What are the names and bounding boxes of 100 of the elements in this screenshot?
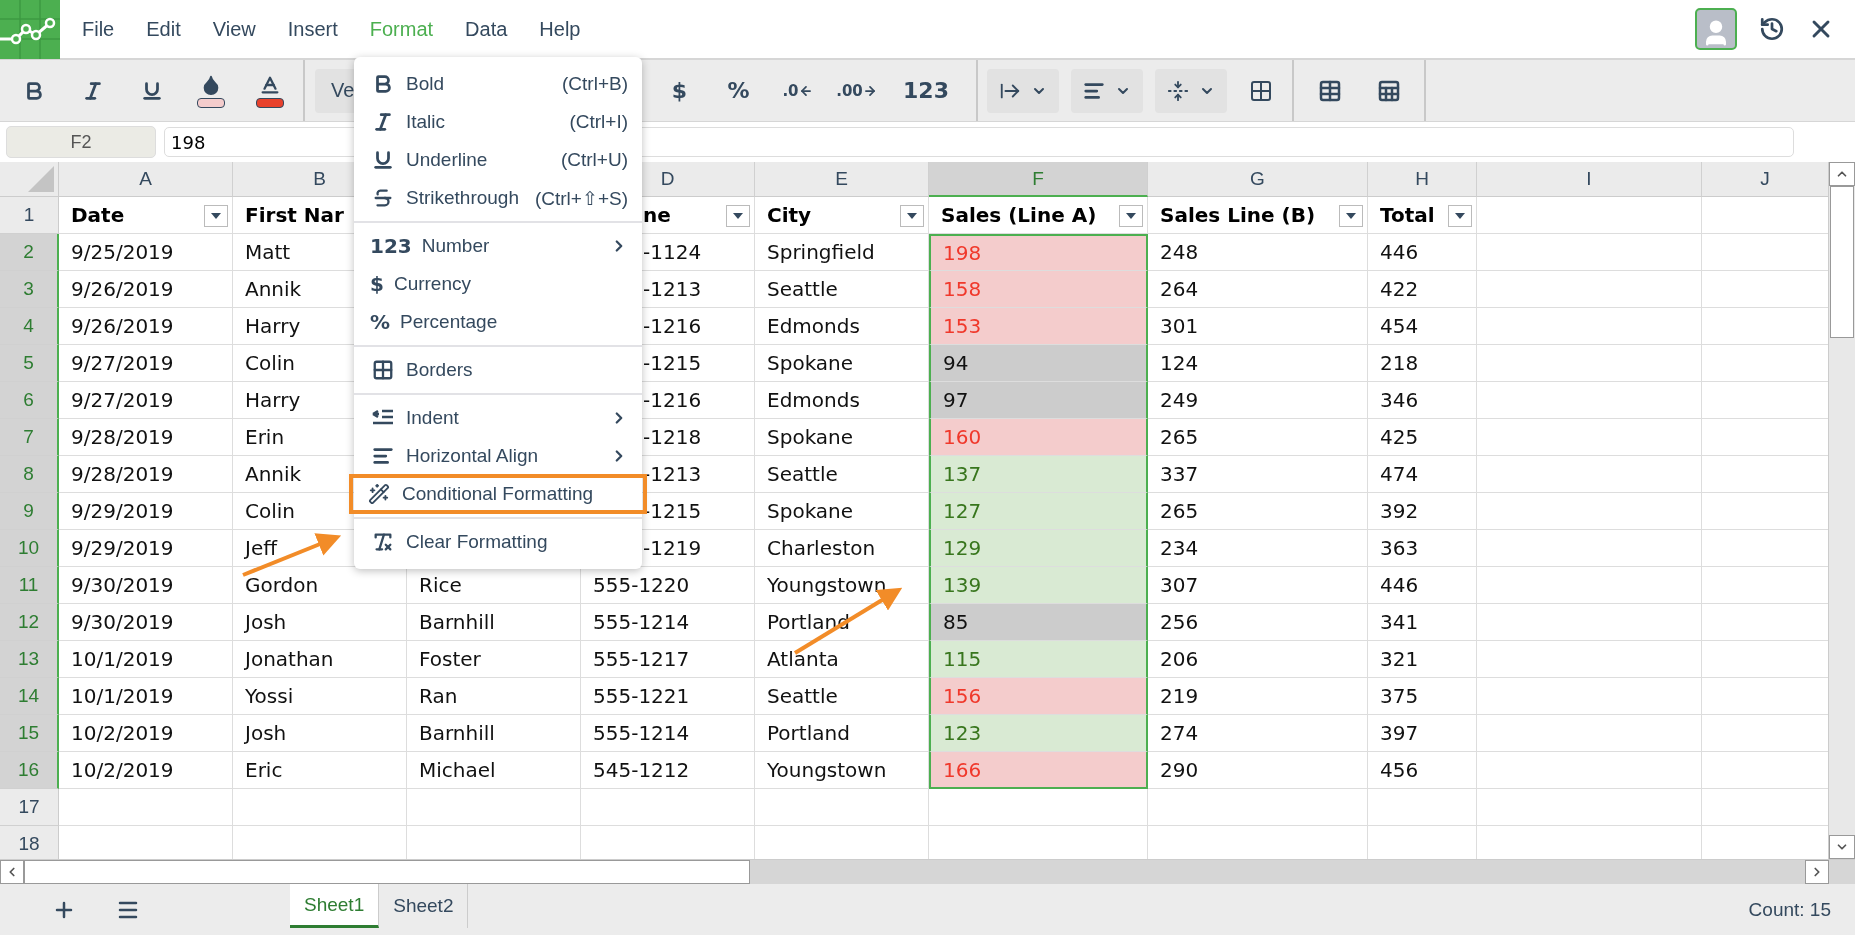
percent-button[interactable]: %: [709, 68, 768, 113]
increase-decimals-button[interactable]: .00: [827, 68, 886, 113]
column-header[interactable]: J: [1702, 162, 1828, 197]
scroll-up-button[interactable]: [1829, 162, 1855, 186]
table-cell: 9/30/2019: [59, 604, 233, 641]
number-format-button[interactable]: 123: [886, 68, 966, 113]
scrollbar-thumb[interactable]: [24, 860, 750, 884]
table-cell: 301: [1148, 308, 1368, 345]
arrow-left-icon: [798, 83, 813, 98]
caret-icon: [1345, 212, 1357, 220]
table-cell: 156: [929, 678, 1148, 715]
header-cell: Sales Line (B): [1148, 197, 1368, 234]
table-cell: Jonathan: [233, 641, 407, 678]
filter-button[interactable]: [1339, 205, 1363, 227]
menu-item[interactable]: Data: [465, 17, 508, 41]
scroll-right-button[interactable]: [1805, 860, 1829, 884]
strikethrough-icon: [372, 187, 394, 209]
table-cell: 290: [1148, 752, 1368, 789]
table-cell: Josh: [233, 604, 407, 641]
filter-button[interactable]: [204, 205, 228, 227]
text-wrap-dropdown[interactable]: [987, 68, 1059, 113]
menu-item[interactable]: View: [212, 17, 256, 41]
table-cell: Barnhill: [407, 715, 581, 752]
menu-option-label: Horizontal Align: [406, 445, 540, 467]
shortcut-text: (Ctrl+B): [562, 73, 628, 95]
row-header[interactable]: 1: [0, 197, 59, 234]
filter-button[interactable]: [1119, 205, 1143, 227]
table-cell: 9/30/2019: [59, 567, 233, 604]
vertical-align-dropdown[interactable]: [1155, 68, 1227, 113]
menu-option-label: Clear Formatting: [406, 531, 549, 553]
table-cell: 9/27/2019: [59, 345, 233, 382]
table-cell: 248: [1148, 234, 1368, 271]
table-cell: 346: [1368, 382, 1477, 419]
menu-option-label: Indent: [406, 407, 460, 429]
caret-icon: [906, 212, 918, 220]
sheet-tab[interactable]: Sheet1: [290, 884, 380, 928]
currency-button[interactable]: $: [650, 68, 709, 113]
table-cell: 256: [1148, 604, 1368, 641]
scroll-left-button[interactable]: [0, 860, 24, 884]
menu-item[interactable]: Edit: [146, 17, 181, 41]
column-header[interactable]: E: [755, 162, 929, 197]
table-cell: 10/1/2019: [59, 641, 233, 678]
table-cell: 115: [929, 641, 1148, 678]
column-header[interactable]: G: [1148, 162, 1368, 197]
table-cell: 337: [1148, 456, 1368, 493]
vertical-align-icon: [1167, 79, 1189, 102]
table-cell: 10/1/2019: [59, 678, 233, 715]
format-glyph: %: [370, 310, 391, 334]
table-cell: 392: [1368, 493, 1477, 530]
table-cell: 9/26/2019: [59, 271, 233, 308]
table-cell: 206: [1148, 641, 1368, 678]
history-icon[interactable]: [1759, 16, 1785, 42]
sheet-tab[interactable]: Sheet2: [379, 884, 469, 928]
table-cell: Eric: [233, 752, 407, 789]
filter-button[interactable]: [1448, 205, 1472, 227]
table-cell: Josh: [233, 715, 407, 752]
row-header[interactable]: 8: [0, 456, 59, 493]
menu-item[interactable]: Help: [539, 17, 581, 41]
borders-icon: [1249, 78, 1273, 103]
menu-option-label: Number: [421, 235, 491, 257]
header-cell: Date: [59, 197, 233, 234]
table-cell: 456: [1368, 752, 1477, 789]
table-cell: 97: [929, 382, 1148, 419]
row-header[interactable]: 9: [0, 493, 59, 530]
align-dropdown[interactable]: [1071, 68, 1143, 113]
table-cell: 158: [929, 271, 1148, 308]
avatar-button[interactable]: [1695, 8, 1737, 50]
scroll-down-button[interactable]: [1829, 835, 1855, 859]
table-cell: 9/27/2019: [59, 382, 233, 419]
caret-icon: [1454, 212, 1466, 220]
table-cell: 166: [929, 752, 1148, 789]
indent-icon: [372, 409, 394, 427]
table-cell: 129: [929, 530, 1148, 567]
table-cell: 446: [1368, 567, 1477, 604]
table-cell: 265: [1148, 419, 1368, 456]
scrollbar-thumb[interactable]: [1830, 186, 1854, 338]
row-header[interactable]: 17: [0, 789, 59, 826]
row-header[interactable]: 18: [0, 826, 59, 859]
menu-item[interactable]: Insert: [287, 17, 338, 41]
menu-option[interactable]: Bold (Ctrl+B): [354, 65, 642, 103]
table-icon: [1317, 78, 1342, 103]
table-cell: 85: [929, 604, 1148, 641]
table-cell: 123: [929, 715, 1148, 752]
table-cell: 219: [1148, 678, 1368, 715]
menu-item[interactable]: File: [82, 17, 115, 41]
filter-button[interactable]: [726, 205, 750, 227]
name-box[interactable]: F2: [6, 126, 156, 158]
column-header[interactable]: H: [1368, 162, 1477, 197]
filter-button[interactable]: [900, 205, 924, 227]
table-cell: Ran: [407, 678, 581, 715]
table-cell: 397: [1368, 715, 1477, 752]
row-header[interactable]: 3: [0, 271, 59, 308]
column-header[interactable]: A: [59, 162, 233, 197]
column-header[interactable]: I: [1477, 162, 1702, 197]
decrease-decimals-button[interactable]: .0: [768, 68, 827, 113]
sheet-grid-icon: [1376, 78, 1401, 103]
row-header[interactable]: 6: [0, 382, 59, 419]
table-cell: 218: [1368, 345, 1477, 382]
table-cell: 454: [1368, 308, 1477, 345]
table-cell: Michael: [407, 752, 581, 789]
